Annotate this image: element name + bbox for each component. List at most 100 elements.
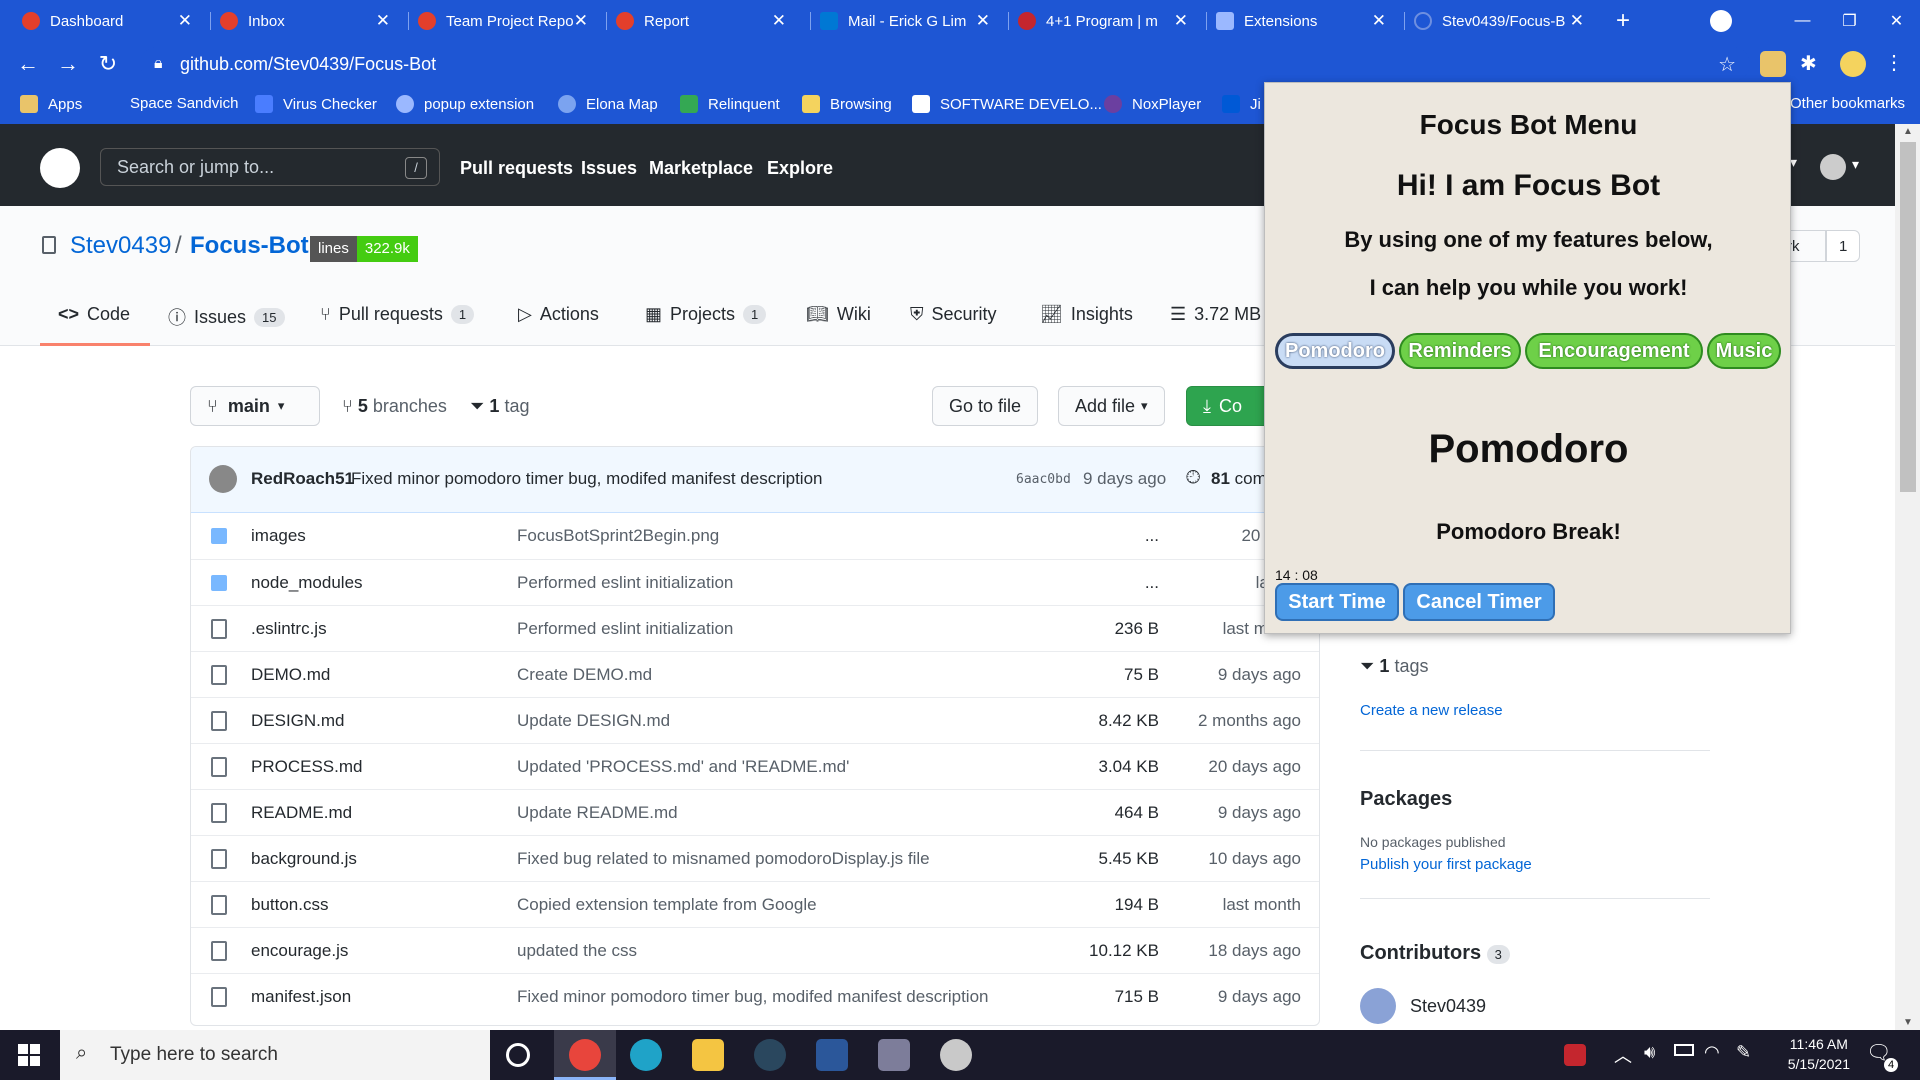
pomodoro-button[interactable]: Pomodoro	[1275, 333, 1395, 369]
cancel-timer-button[interactable]: Cancel Timer	[1403, 583, 1555, 621]
file-name[interactable]: node_modules	[251, 573, 363, 593]
contributor-name[interactable]: Stev0439	[1410, 996, 1486, 1017]
bookmark-virus-checker[interactable]: Virus Checker	[255, 95, 377, 113]
cortana-icon[interactable]	[506, 1043, 530, 1067]
tab-code[interactable]: <> Code	[58, 304, 130, 325]
tab-program[interactable]: 4+1 Program | m ✕	[1008, 0, 1200, 42]
nav-pull-requests[interactable]: Pull requests	[460, 158, 573, 179]
file-row[interactable]: DEMO.md Create DEMO.md 75 B 9 days ago	[191, 651, 1319, 697]
nav-explore[interactable]: Explore	[767, 158, 833, 179]
tab-security[interactable]: ⛨ Security	[910, 304, 997, 325]
notifications-icon[interactable]: 🗨︎ 4	[1866, 1040, 1898, 1072]
address-bar[interactable]: 🔒︎ github.com/Stev0439/Focus-Bot ☆	[140, 47, 1750, 81]
tray-app-icon[interactable]	[1564, 1044, 1586, 1066]
file-name[interactable]: PROCESS.md	[251, 757, 362, 777]
tags-link[interactable]: ⏷ 1 tag	[470, 396, 529, 417]
close-window-icon[interactable]: ✕	[1873, 0, 1920, 42]
file-name[interactable]: .eslintrc.js	[251, 619, 327, 639]
commit-message[interactable]: Fixed minor pomodoro timer bug, modifed …	[351, 469, 823, 489]
file-row[interactable]: README.md Update README.md 464 B 9 days ago	[191, 789, 1319, 835]
close-icon[interactable]: ✕	[1372, 11, 1386, 31]
scroll-down-icon[interactable]: ▼	[1903, 1017, 1913, 1028]
close-icon[interactable]: ✕	[1174, 11, 1188, 31]
file-name[interactable]: manifest.json	[251, 987, 351, 1007]
pen-icon[interactable]: ✎	[1736, 1042, 1751, 1063]
steam-icon[interactable]	[754, 1039, 786, 1071]
reload-icon[interactable]: ↻	[94, 50, 122, 78]
file-name[interactable]: button.css	[251, 895, 329, 915]
file-row[interactable]: background.js Fixed bug related to misnam…	[191, 835, 1319, 881]
file-name[interactable]: DEMO.md	[251, 665, 330, 685]
tab-inbox[interactable]: Inbox ✕	[210, 0, 402, 42]
edge-icon[interactable]	[630, 1039, 662, 1071]
file-explorer-icon[interactable]	[692, 1039, 724, 1071]
publish-package-link[interactable]: Publish your first package	[1360, 856, 1532, 873]
other-bookmarks[interactable]: Other bookmarks	[1790, 95, 1905, 112]
file-commit-message[interactable]: FocusBotSprint2Begin.png	[517, 526, 719, 546]
file-name[interactable]: images	[251, 526, 306, 546]
commit-author[interactable]: RedRoach51	[251, 469, 354, 489]
chevron-up-icon[interactable]: ︿	[1614, 1042, 1632, 1068]
file-name[interactable]: encourage.js	[251, 941, 348, 961]
bookmark-elona-map[interactable]: Elona Map	[558, 95, 658, 113]
file-commit-message[interactable]: Updated 'PROCESS.md' and 'README.md'	[517, 757, 849, 777]
file-commit-message[interactable]: Copied extension template from Google	[517, 895, 817, 915]
bookmark-noxplayer[interactable]: NoxPlayer	[1104, 95, 1201, 113]
file-row[interactable]: DESIGN.md Update DESIGN.md 8.42 KB 2 months…	[191, 697, 1319, 743]
file-name[interactable]: background.js	[251, 849, 357, 869]
file-row[interactable]: manifest.json Fixed minor pomodoro timer …	[191, 973, 1319, 1019]
user-avatar[interactable]	[1820, 154, 1846, 180]
branches-link[interactable]: ⑂ 5 branches	[342, 396, 447, 417]
minimize-icon[interactable]: —	[1779, 0, 1826, 42]
tab-actions[interactable]: ▷ Actions	[518, 304, 599, 325]
file-row[interactable]: imagesFocusBotSprint2Begin.png...20 days	[191, 513, 1319, 559]
battery-icon[interactable]	[1674, 1044, 1694, 1056]
tab-pull-requests[interactable]: ⑂ Pull requests 1	[320, 304, 475, 325]
tab-insights[interactable]: 📈︎ Insights	[1040, 304, 1133, 325]
nav-issues[interactable]: Issues	[581, 158, 637, 179]
sidebar-tags[interactable]: ⏷ 1 tags	[1360, 656, 1428, 677]
tab-team-project-repo[interactable]: Team Project Repo ✕	[408, 0, 600, 42]
caret-down-icon[interactable]: ▾	[1852, 156, 1859, 173]
packages-heading[interactable]: Packages	[1360, 788, 1452, 811]
word-icon[interactable]	[816, 1039, 848, 1071]
file-name[interactable]: DESIGN.md	[251, 711, 345, 731]
bookmark-software-develo[interactable]: SOFTWARE DEVELO...	[912, 95, 1102, 113]
tab-extensions[interactable]: Extensions ✕	[1206, 0, 1398, 42]
add-file-button[interactable]: Add file ▾	[1058, 386, 1165, 426]
tab-wiki[interactable]: 📖︎ Wiki	[806, 304, 871, 325]
music-button[interactable]: Music	[1707, 333, 1781, 369]
tab-github-focus-bot[interactable]: Stev0439/Focus-B ✕	[1404, 0, 1596, 42]
wifi-icon[interactable]: ◠	[1704, 1042, 1720, 1063]
extension-icon[interactable]	[1760, 51, 1786, 77]
commits-link[interactable]: 81 com	[1211, 469, 1267, 489]
snip-icon[interactable]	[878, 1039, 910, 1071]
file-commit-message[interactable]: Update DESIGN.md	[517, 711, 670, 731]
taskbar-search-input[interactable]: ⌕ Type here to search	[60, 1030, 490, 1080]
repo-name-link[interactable]: Focus-Bot	[190, 232, 309, 260]
close-icon[interactable]: ✕	[976, 11, 990, 31]
bookmark-browsing[interactable]: Browsing	[802, 95, 892, 113]
tab-projects[interactable]: ▦ Projects 1	[645, 304, 767, 325]
nav-marketplace[interactable]: Marketplace	[649, 158, 753, 179]
github-logo-icon[interactable]	[40, 148, 80, 188]
file-row[interactable]: encourage.js updated the css 10.12 KB 18 da…	[191, 927, 1319, 973]
start-time-button[interactable]: Start Time	[1275, 583, 1399, 621]
repo-owner-link[interactable]: Stev0439	[70, 232, 171, 260]
contributors-heading[interactable]: Contributors 3	[1360, 942, 1510, 965]
file-commit-message[interactable]: Update README.md	[517, 803, 678, 823]
maximize-icon[interactable]: ❐	[1826, 0, 1873, 42]
file-commit-message[interactable]: updated the css	[517, 941, 637, 961]
contributor-avatar[interactable]	[1360, 988, 1396, 1024]
tab-mail[interactable]: Mail - Erick G Lim ✕	[810, 0, 1002, 42]
close-icon[interactable]: ✕	[574, 11, 588, 31]
go-to-file-button[interactable]: Go to file	[932, 386, 1039, 426]
paint-icon[interactable]	[940, 1039, 972, 1071]
close-icon[interactable]: ✕	[772, 11, 786, 31]
back-arrow-icon[interactable]: ←	[14, 50, 42, 78]
new-tab-button[interactable]: +	[1608, 6, 1638, 36]
close-icon[interactable]: ✕	[376, 11, 390, 31]
tab-issues[interactable]: ⓘ Issues 15	[168, 304, 285, 330]
close-icon[interactable]: ✕	[178, 11, 192, 31]
bookmark-space-sandvich[interactable]: Space Sandvich	[130, 95, 238, 112]
